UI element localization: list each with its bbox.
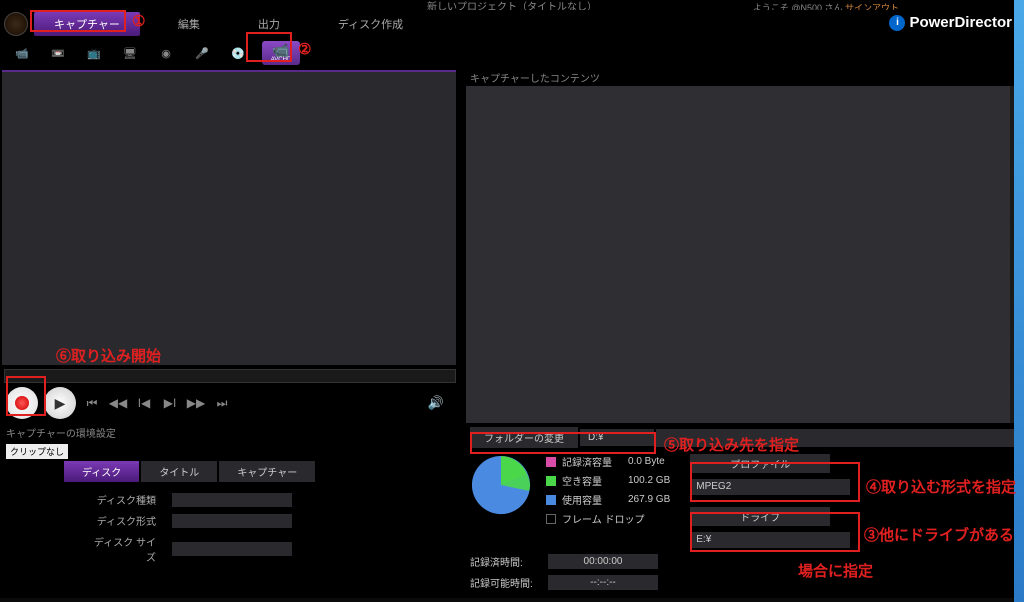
device-webcam-icon[interactable]: ◉ xyxy=(154,42,178,64)
step-fwd-button[interactable]: ▶I xyxy=(160,396,180,410)
tab-title[interactable]: タイトル xyxy=(141,461,217,482)
profile-label: プロファイル xyxy=(690,454,830,473)
clip-none-label: クリップなし xyxy=(6,444,68,459)
device-disc-icon[interactable]: 💿 xyxy=(226,42,250,64)
skip-fwd-button[interactable]: ⏭ xyxy=(212,396,232,411)
stat-used-value: 267.9 GB xyxy=(628,494,670,505)
storage-pie-chart xyxy=(470,454,532,516)
menu-edit[interactable]: 編集 xyxy=(158,12,220,36)
stat-recorded-swatch xyxy=(546,457,556,467)
stat-free-value: 100.2 GB xyxy=(628,475,670,486)
device-camera-icon[interactable]: 📹 xyxy=(10,42,34,64)
menu-disc[interactable]: ディスク作成 xyxy=(318,12,423,36)
prop-disc-size-field xyxy=(172,542,292,556)
preview-screen xyxy=(2,70,456,365)
stat-recorded-value: 0.0 Byte xyxy=(628,456,665,467)
stat-recorded-label: 記録済容量 xyxy=(562,454,622,469)
prop-disc-format-field xyxy=(172,514,292,528)
tab-capture[interactable]: キャプチャー xyxy=(219,461,315,482)
stat-free-label: 空き容量 xyxy=(562,473,622,488)
avchd-camera-icon: 📹 xyxy=(272,43,289,57)
prop-disc-type-field xyxy=(172,493,292,507)
brand-text: PowerDirector xyxy=(909,14,1012,31)
recorded-time-value: 00:00:00 xyxy=(548,554,658,569)
brand-label: i PowerDirector xyxy=(889,14,1012,31)
possible-time-label: 記録可能時間: xyxy=(470,575,540,590)
device-avchd-button[interactable]: 📹 AVCHD xyxy=(262,41,300,65)
menu-output[interactable]: 出力 xyxy=(238,12,300,36)
record-button[interactable] xyxy=(6,387,38,419)
frame-drop-label: フレーム ドロップ xyxy=(562,511,644,526)
capture-settings-title: キャプチャーの環境設定 xyxy=(6,425,454,440)
change-folder-button[interactable]: フォルダーの変更 xyxy=(470,427,578,448)
app-logo-icon xyxy=(4,12,28,36)
captured-content-area xyxy=(466,86,1018,423)
prop-disc-type-label: ディスク種類 xyxy=(86,492,156,507)
profile-value[interactable]: MPEG2 xyxy=(690,479,850,495)
folder-path-rest xyxy=(656,429,1014,447)
stat-free-swatch xyxy=(546,476,556,486)
volume-icon[interactable]: 🔊 xyxy=(428,395,444,411)
fast-fwd-button[interactable]: ▶▶ xyxy=(186,396,206,410)
stat-used-swatch xyxy=(546,495,556,505)
prop-disc-format-label: ディスク形式 xyxy=(86,513,156,528)
avchd-label: AVCHD xyxy=(271,57,292,63)
desktop-background-strip xyxy=(1014,0,1024,602)
folder-path-field: D:¥ xyxy=(580,429,654,446)
step-back-button[interactable]: I◀ xyxy=(134,396,154,410)
tab-disc[interactable]: ディスク xyxy=(64,461,139,482)
device-tv-icon[interactable]: 📺 xyxy=(82,42,106,64)
brand-icon: i xyxy=(889,15,905,31)
captured-content-header: キャプチャーしたコンテンツ xyxy=(466,68,1018,86)
stat-used-label: 使用容量 xyxy=(562,492,622,507)
rewind-button[interactable]: ◀◀ xyxy=(108,396,128,410)
skip-back-button[interactable]: ⏮ xyxy=(82,396,102,411)
prop-disc-size-label: ディスク サイズ xyxy=(86,534,156,564)
frame-drop-checkbox[interactable] xyxy=(546,514,556,524)
device-dv-icon[interactable]: 📼 xyxy=(46,42,70,64)
drive-value[interactable]: E:¥ xyxy=(690,532,850,548)
timeline-scrubber[interactable] xyxy=(4,369,456,383)
recorded-time-label: 記録済時間: xyxy=(470,554,540,569)
device-mic-icon[interactable]: 🎤 xyxy=(190,42,214,64)
device-monitor-icon[interactable]: 🖥 xyxy=(118,42,142,64)
play-button[interactable]: ▶ xyxy=(44,387,76,419)
possible-time-value: --:--:-- xyxy=(548,575,658,590)
menu-capture[interactable]: キャプチャー xyxy=(34,12,140,36)
drive-label: ドライブ xyxy=(690,507,830,526)
